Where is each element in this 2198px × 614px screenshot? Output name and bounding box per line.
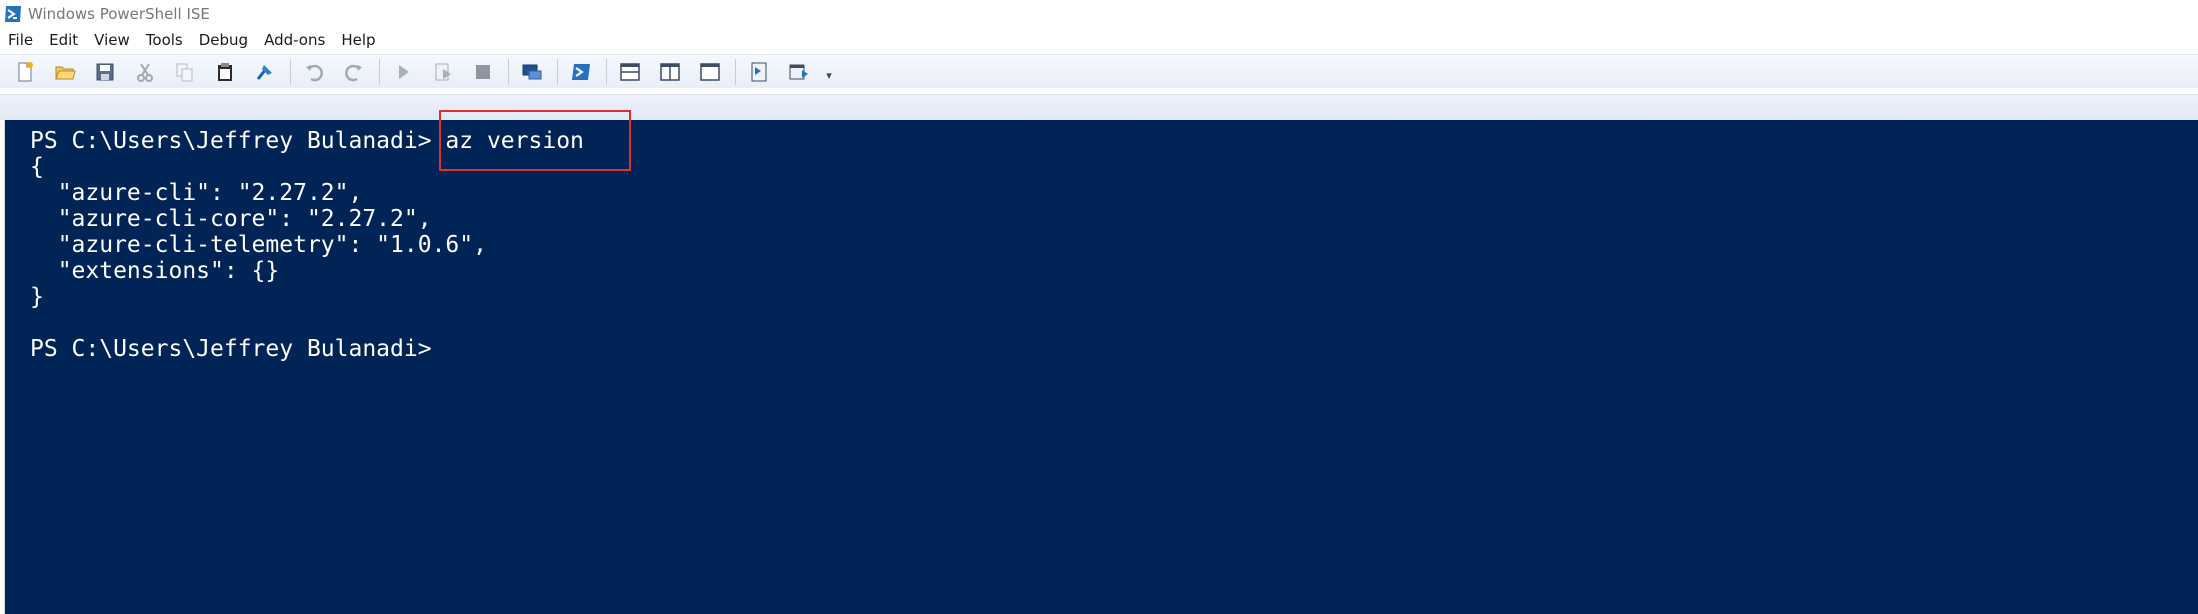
copy-icon bbox=[176, 63, 193, 81]
menu-add-ons[interactable]: Add-ons bbox=[264, 31, 325, 49]
title-bar: Windows PowerShell ISE bbox=[0, 0, 2198, 28]
show-command-addon-button[interactable] bbox=[784, 58, 814, 86]
toolbar-separator bbox=[735, 58, 736, 85]
console-line: { bbox=[30, 154, 44, 180]
command-highlight-box bbox=[439, 110, 631, 171]
powershell-ise-window: Windows PowerShell ISE File Edit View To… bbox=[0, 0, 2198, 614]
console-line: "azure-cli-telemetry": "1.0.6", bbox=[30, 232, 487, 258]
run-selection-icon bbox=[435, 63, 451, 80]
tab-strip bbox=[0, 94, 2198, 120]
toolbar-separator bbox=[606, 58, 607, 85]
paste-button[interactable] bbox=[210, 58, 240, 86]
run-script-button[interactable] bbox=[388, 58, 418, 86]
new-remote-tab-button[interactable] bbox=[517, 58, 547, 86]
redo-icon bbox=[345, 64, 362, 81]
menu-file[interactable]: File bbox=[8, 31, 33, 49]
toolbar: ▾ bbox=[0, 54, 2198, 88]
menu-help[interactable]: Help bbox=[341, 31, 375, 49]
copy-button[interactable] bbox=[170, 58, 200, 86]
show-script-pane-right-icon bbox=[660, 62, 680, 81]
save-button[interactable] bbox=[90, 58, 120, 86]
run-selection-button[interactable] bbox=[428, 58, 458, 86]
undo-button[interactable] bbox=[299, 58, 329, 86]
show-script-pane-top-button[interactable] bbox=[615, 58, 645, 86]
save-icon bbox=[96, 63, 114, 80]
cut-button[interactable] bbox=[130, 58, 160, 86]
run-script-icon bbox=[399, 64, 409, 79]
powershell-ise-icon bbox=[5, 6, 21, 22]
console-line: "azure-cli": "2.27.2", bbox=[30, 180, 363, 206]
console-line: "extensions": {} bbox=[30, 258, 280, 284]
show-command-window-icon bbox=[751, 62, 767, 81]
show-script-pane-top-icon bbox=[620, 62, 640, 81]
new-remote-tab-icon bbox=[522, 64, 542, 79]
start-powershell-icon bbox=[572, 63, 590, 80]
menu-tools[interactable]: Tools bbox=[146, 31, 183, 49]
console-prompt: PS C:\Users\Jeffrey Bulanadi> bbox=[30, 336, 432, 362]
show-script-pane-right-button[interactable] bbox=[655, 58, 685, 86]
redo-button[interactable] bbox=[339, 58, 369, 86]
menu-debug[interactable]: Debug bbox=[199, 31, 248, 49]
stop-icon bbox=[476, 64, 490, 79]
stop-button[interactable] bbox=[468, 58, 498, 86]
open-folder-icon bbox=[55, 66, 76, 79]
toolbar-separator bbox=[290, 58, 291, 85]
clear-console-icon bbox=[256, 64, 272, 80]
console-line: } bbox=[30, 284, 44, 310]
toolbar-separator bbox=[508, 58, 509, 85]
new-file-button[interactable] bbox=[10, 58, 40, 86]
paste-icon bbox=[218, 62, 232, 81]
show-command-addon-icon bbox=[789, 64, 808, 79]
menu-view[interactable]: View bbox=[94, 31, 130, 49]
show-command-window-button[interactable] bbox=[744, 58, 774, 86]
console-line: "azure-cli-core": "2.27.2", bbox=[30, 206, 432, 232]
clear-console-button[interactable] bbox=[250, 58, 280, 86]
show-script-pane-maximized-button[interactable] bbox=[695, 58, 725, 86]
cut-icon bbox=[137, 62, 153, 82]
start-powershell-button[interactable] bbox=[566, 58, 596, 86]
window-title: Windows PowerShell ISE bbox=[28, 5, 210, 23]
toolbar-overflow-icon[interactable]: ▾ bbox=[822, 62, 836, 82]
menu-bar: File Edit View Tools Debug Add-ons Help bbox=[0, 28, 2198, 52]
show-script-pane-maximized-icon bbox=[700, 62, 720, 81]
open-button[interactable] bbox=[50, 58, 80, 86]
new-file-icon bbox=[18, 61, 33, 81]
menu-edit[interactable]: Edit bbox=[49, 31, 78, 49]
toolbar-separator bbox=[557, 58, 558, 85]
toolbar-separator bbox=[379, 58, 380, 85]
console-pane[interactable]: PS C:\Users\Jeffrey Bulanadi> az version… bbox=[4, 120, 2198, 614]
undo-icon bbox=[306, 64, 323, 81]
